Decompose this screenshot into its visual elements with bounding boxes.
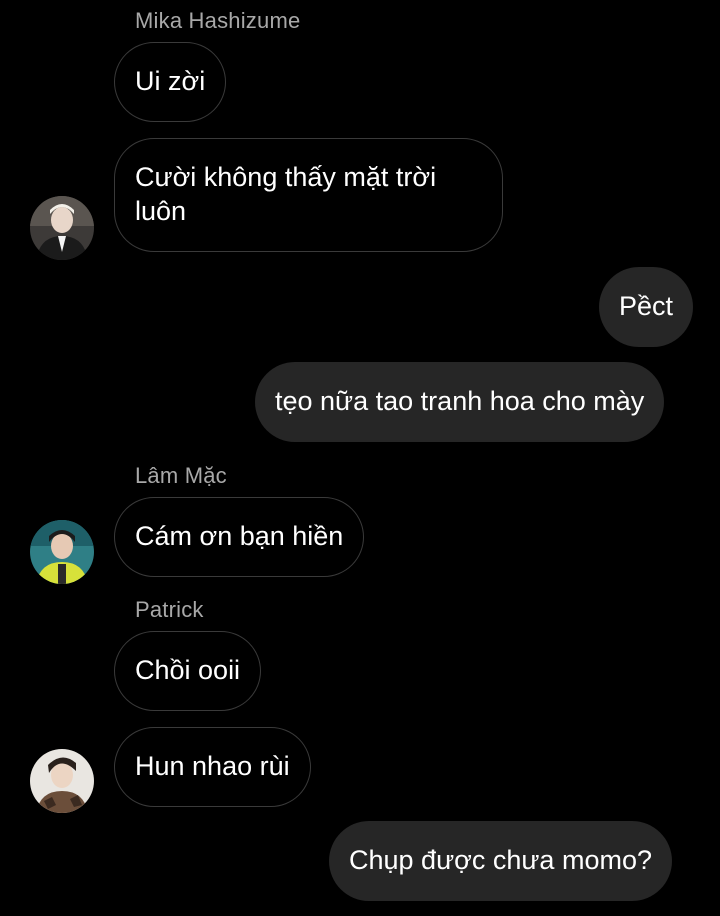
avatar[interactable] — [30, 749, 94, 813]
outgoing-message-bubble[interactable]: Chụp được chưa momo? — [329, 821, 672, 901]
avatar[interactable] — [30, 196, 94, 260]
sender-name: Patrick — [135, 597, 204, 622]
avatar[interactable] — [30, 520, 94, 584]
incoming-message-bubble[interactable]: Cười không thấy mặt trời luôn — [114, 138, 503, 252]
sender-name: Mika Hashizume — [135, 8, 301, 33]
sender-name: Lâm Mặc — [135, 463, 227, 488]
outgoing-message-bubble[interactable]: Pềct — [599, 267, 694, 347]
avatar-lam-mac-icon — [30, 520, 94, 584]
avatar-patrick-icon — [30, 749, 94, 813]
incoming-message-bubble[interactable]: Cám ơn bạn hiền — [114, 497, 365, 577]
incoming-message-bubble[interactable]: Hun nhao rùi — [114, 727, 311, 807]
incoming-message-bubble[interactable]: Chồi ooii — [114, 631, 262, 711]
avatar-mika-hashizume-icon — [30, 196, 94, 260]
incoming-message-bubble[interactable]: Ui zời — [114, 42, 227, 122]
outgoing-message-bubble[interactable]: tẹo nữa tao tranh hoa cho mày — [255, 362, 665, 442]
